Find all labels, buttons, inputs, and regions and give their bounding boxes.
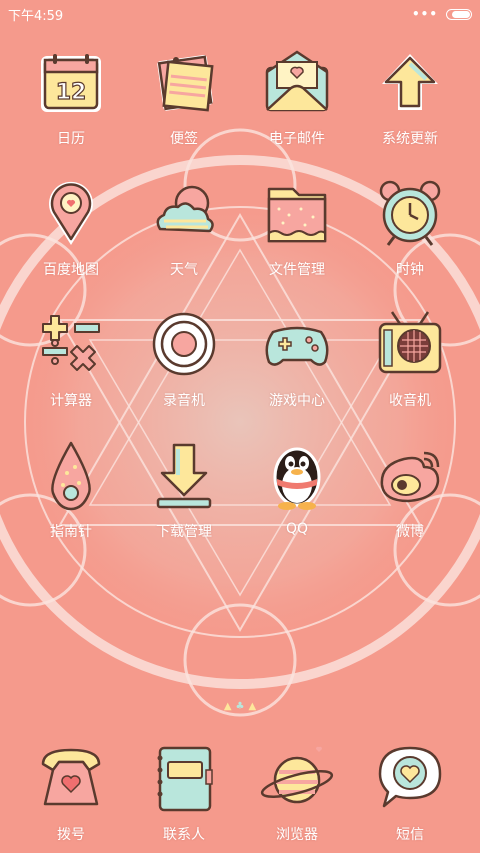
message-bubble-icon (378, 746, 442, 808)
download-icon (156, 443, 212, 509)
app-game-center[interactable]: 游戏中心 (240, 302, 354, 417)
app-label: 游戏中心 (269, 393, 325, 409)
recorder-icon (152, 312, 216, 376)
app-label: 计算器 (50, 393, 92, 409)
status-bar: 下午4:59 ••• (0, 0, 480, 28)
app-qq[interactable]: QQ (240, 433, 354, 548)
mail-icon (265, 50, 329, 112)
app-label: 拨号 (57, 827, 85, 843)
app-label: 浏览器 (276, 827, 318, 843)
app-label: 指南针 (50, 524, 92, 540)
telephone-icon (41, 748, 101, 806)
app-label: 收音机 (389, 393, 431, 409)
planet-icon (260, 746, 334, 804)
app-system-update[interactable]: 系统更新 (353, 40, 467, 155)
app-label: 微博 (396, 524, 424, 540)
alarm-clock-icon (379, 180, 441, 246)
update-arrow-icon (382, 54, 438, 110)
svg-text:12: 12 (56, 80, 87, 105)
app-calendar[interactable]: 12 日历 (14, 40, 128, 155)
folder-icon (267, 187, 327, 243)
app-label: 联系人 (163, 827, 205, 843)
calendar-icon: 12 (41, 54, 101, 112)
weibo-icon (380, 451, 440, 503)
app-label: 系统更新 (382, 131, 438, 147)
app-mail[interactable]: 电子邮件 (240, 40, 354, 155)
app-download-manager[interactable]: 下载管理 (127, 433, 241, 548)
status-indicators: ••• (412, 7, 472, 21)
app-recorder[interactable]: 录音机 (127, 302, 241, 417)
dock-contacts[interactable]: 联系人 (127, 736, 241, 851)
app-label: 便签 (170, 131, 198, 147)
app-notes[interactable]: 便签 (127, 40, 241, 155)
app-radio[interactable]: 收音机 (353, 302, 467, 417)
contacts-book-icon (157, 746, 213, 812)
compass-icon (51, 441, 91, 511)
app-calculator[interactable]: 计算器 (14, 302, 128, 417)
app-baidu-map[interactable]: 百度地图 (14, 171, 128, 286)
status-time: 下午4:59 (8, 8, 64, 24)
calculator-icon (42, 315, 100, 371)
weather-icon (156, 185, 214, 233)
page-dot-active-icon: ♣ (235, 700, 245, 712)
app-label: 天气 (170, 262, 198, 278)
app-weibo[interactable]: 微博 (353, 433, 467, 548)
app-compass[interactable]: 指南针 (14, 433, 128, 548)
app-clock[interactable]: 时钟 (353, 171, 467, 286)
app-label: 下载管理 (156, 524, 212, 540)
map-pin-icon (49, 181, 94, 245)
app-label: QQ (285, 521, 309, 537)
app-weather[interactable]: 天气 (127, 171, 241, 286)
qq-penguin-icon (273, 447, 321, 510)
dock-messages[interactable]: 短信 (353, 736, 467, 851)
page-dot-icon: ▲ (223, 700, 232, 712)
app-file-manager[interactable]: 文件管理 (240, 171, 354, 286)
app-label: 日历 (57, 131, 85, 147)
app-label: 电子邮件 (269, 131, 325, 147)
gamepad-icon (265, 326, 329, 366)
app-label: 百度地图 (43, 262, 99, 278)
page-indicator: ▲ ♣ ▲ (0, 700, 480, 712)
dock-browser[interactable]: 浏览器 (240, 736, 354, 851)
menu-dots: ••• (411, 7, 438, 21)
page-dot-icon: ▲ (248, 700, 257, 712)
app-label: 短信 (396, 827, 424, 843)
notes-icon (157, 55, 214, 112)
app-label: 时钟 (396, 262, 424, 278)
dock-phone[interactable]: 拨号 (14, 736, 128, 851)
app-label: 录音机 (163, 393, 205, 409)
radio-icon (378, 311, 442, 374)
app-label: 文件管理 (269, 262, 325, 278)
battery-level (452, 10, 470, 18)
battery-icon (446, 8, 472, 20)
